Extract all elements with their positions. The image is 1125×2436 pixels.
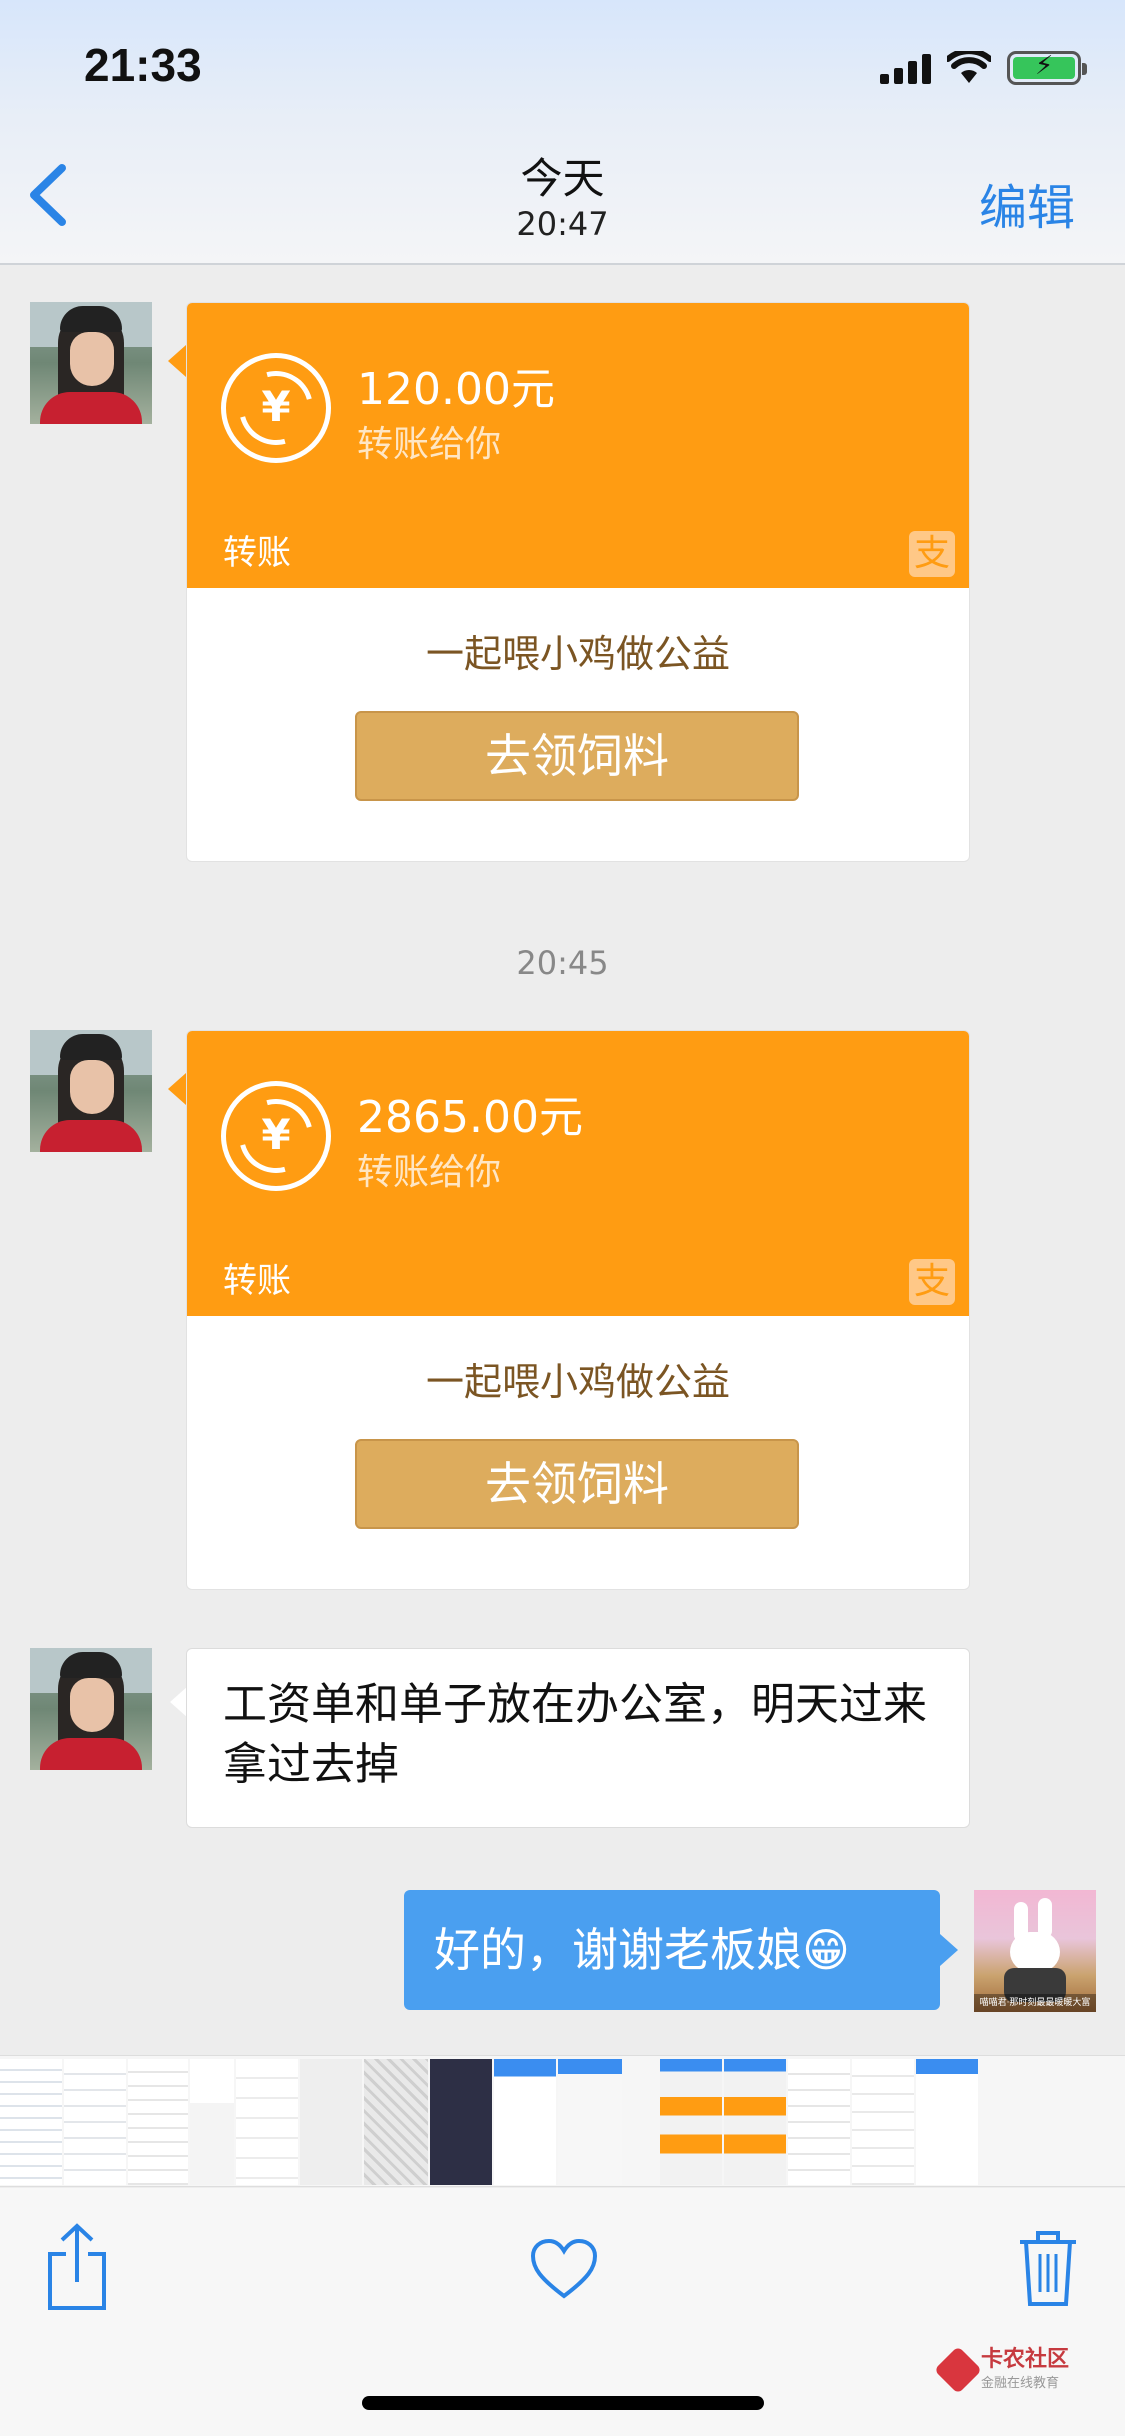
bubble-tail	[168, 345, 186, 377]
watermark-name: 卡农社区	[980, 2347, 1069, 2372]
get-feed-button[interactable]: 去领饲料	[355, 1439, 799, 1529]
home-indicator	[362, 2396, 764, 2410]
battery-charging-icon: ⚡	[1007, 51, 1087, 85]
thumbnail[interactable]	[852, 2059, 914, 2185]
transfer-amount: 120.00元	[357, 364, 555, 415]
status-time: 21:33	[84, 39, 202, 91]
thumbnail[interactable]	[430, 2059, 492, 2185]
thumbnail[interactable]	[660, 2059, 722, 2185]
thumbnail[interactable]	[916, 2059, 978, 2185]
promo-text: 一起喂小鸡做公益	[425, 1360, 730, 1404]
thumbnail[interactable]	[494, 2059, 556, 2185]
my-message-bubble[interactable]: 好的，谢谢老板娘😁	[404, 1890, 940, 2010]
time-divider: 20:45	[516, 944, 609, 982]
watermark: 卡农社区 金融在线教育	[933, 2345, 1069, 2394]
transfer-message-card[interactable]: ¥ 2865.00元 转账给你 转账 支 一起喂小鸡做公益 去领饲料	[186, 1030, 970, 1590]
thumbnail[interactable]	[0, 2059, 62, 2185]
get-feed-button[interactable]: 去领饲料	[355, 711, 799, 801]
trash-icon[interactable]	[1016, 2228, 1080, 2308]
wifi-icon	[947, 51, 991, 83]
cellular-signal-icon	[880, 52, 931, 84]
transfer-coin-icon: ¥	[221, 353, 331, 463]
photo-thumbnail-strip[interactable]	[0, 2055, 1125, 2187]
my-avatar[interactable]: 喵喵君·那时刻最最暖暖大富	[974, 1890, 1096, 2012]
transfer-label: 转账	[223, 1261, 291, 1301]
watermark-logo-icon	[933, 2345, 983, 2394]
thumbnail[interactable]	[364, 2059, 428, 2185]
transfer-header: ¥ 2865.00元 转账给你 转账 支	[187, 1031, 969, 1316]
transfer-subtitle: 转账给你	[357, 1152, 502, 1193]
heart-icon[interactable]	[530, 2238, 598, 2300]
thumbnail[interactable]	[128, 2059, 188, 2185]
promo-text: 一起喂小鸡做公益	[425, 632, 730, 676]
transfer-subtitle: 转账给你	[357, 424, 502, 465]
thumbnail[interactable]	[64, 2059, 126, 2185]
transfer-message-card[interactable]: ¥ 120.00元 转账给你 转账 支 一起喂小鸡做公益 去领饲料	[186, 302, 970, 862]
page-subtitle-time: 20:47	[516, 205, 609, 243]
transfer-header: ¥ 120.00元 转账给你 转账 支	[187, 303, 969, 588]
bubble-tail	[940, 1934, 958, 1966]
status-icons: ⚡	[880, 48, 1087, 88]
navigation-header: 21:33 ⚡ 今天 20:47 编辑	[0, 0, 1125, 265]
thumbnail[interactable]	[788, 2059, 850, 2185]
transfer-label: 转账	[223, 533, 291, 573]
bubble-tail	[168, 1073, 186, 1105]
thumbnail[interactable]	[300, 2059, 362, 2185]
contact-avatar[interactable]	[30, 1648, 152, 1770]
transfer-amount: 2865.00元	[357, 1092, 583, 1143]
avatar-caption: 喵喵君·那时刻最最暖暖大富	[974, 1994, 1096, 2012]
contact-avatar[interactable]	[30, 302, 152, 424]
text-message-bubble[interactable]: 工资单和单子放在办公室，明天过来拿过去掉	[186, 1648, 970, 1828]
thumbnail[interactable]	[236, 2059, 298, 2185]
transfer-coin-icon: ¥	[221, 1081, 331, 1191]
page-title: 今天	[520, 154, 605, 203]
edit-button[interactable]: 编辑	[979, 168, 1075, 238]
watermark-tagline: 金融在线教育	[980, 2376, 1059, 2391]
thumbnail[interactable]	[724, 2059, 786, 2185]
thumbnail[interactable]	[190, 2059, 234, 2185]
alipay-logo-icon: 支	[909, 1259, 955, 1305]
share-icon[interactable]	[44, 2222, 110, 2312]
contact-avatar[interactable]	[30, 1030, 152, 1152]
thumbnail[interactable]	[558, 2059, 622, 2185]
alipay-logo-icon: 支	[909, 531, 955, 577]
